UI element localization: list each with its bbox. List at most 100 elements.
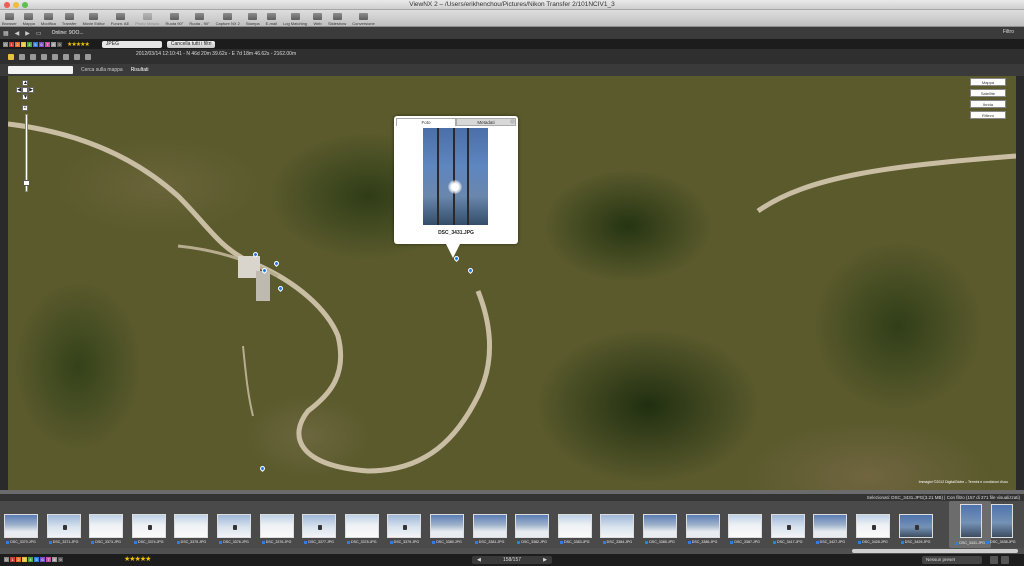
map-view[interactable]: ▲ ◀ ▶ ▼ + Mappa Satellite Ibrida Rilievo Fo… [8,76,1016,490]
zoom-window-icon[interactable] [22,2,28,8]
filmstrip-thumb[interactable]: DSC_3380.JPG [426,501,468,548]
track-tool-icon[interactable] [30,53,36,60]
toolbar-web-button[interactable]: Web [313,9,323,26]
bottom-label-7[interactable]: 7 [46,557,51,562]
file-type-select[interactable]: JPEG [101,40,162,48]
settings-tool-icon[interactable] [74,53,80,60]
map-type-rilievo-button[interactable]: Rilievo [970,111,1006,119]
toolbar-photo-button[interactable]: Photo Mosaic [135,9,160,26]
toolbar-funz-button[interactable]: Funzn. AE [111,9,129,26]
popup-close-icon[interactable] [510,119,515,124]
filter-label-8[interactable]: 8 [51,41,56,47]
pan-right-icon[interactable]: ▶ [28,87,34,93]
next-icon[interactable]: ▶ [543,557,547,563]
filter-label-7[interactable]: 7 [45,41,50,47]
filter-label-6[interactable]: 6 [39,41,44,47]
toolbar-conversione-button[interactable]: Conversione [352,9,375,26]
toolbar-stampa-button[interactable]: Stampa [246,9,260,26]
grid-tool-icon[interactable] [52,53,58,60]
filmstrip-thumb[interactable]: DSC_3387.JPG [724,501,766,548]
filmstrip-thumb[interactable]: DSC_3382.JPG [511,501,553,548]
scrollbar-thumb[interactable] [852,549,1018,553]
view-single-icon[interactable] [990,556,998,564]
filmstrip-thumb[interactable]: DSC_3376.JPG [213,501,255,548]
filter-label-9[interactable]: 9 [57,41,62,47]
filmstrip-thumb[interactable]: DSC_3373.JPG [85,501,127,548]
map-type-satellite-button[interactable]: Satellite [970,89,1006,97]
zoom-in-icon[interactable]: + [22,105,28,111]
toolbar-transfer-button[interactable]: Transfer [62,9,77,26]
bottom-star-rating[interactable]: ★★★★★ [124,555,151,563]
tab-photo[interactable]: Foto [396,118,456,126]
map-type-ibrida-button[interactable]: Ibrida [970,100,1006,108]
bottom-label-9[interactable]: 9 [58,557,63,562]
pin-tool-icon[interactable] [19,53,25,60]
filmstrip-thumb[interactable]: DSC_3375.JPG [170,501,212,548]
toolbar-ruota-90-button[interactable]: Ruota - 90° [189,9,210,26]
toolbar-logmatching-button[interactable]: Log Matching [283,9,307,26]
forward-icon[interactable]: ▶ [25,30,30,37]
filter-label-5[interactable]: 5 [33,41,38,47]
bottom-label-4[interactable]: 4 [28,557,33,562]
bottom-label-8[interactable]: 8 [52,557,57,562]
toolbar-capture-button[interactable]: Capture NX 2 [216,9,240,26]
camera-tool-icon[interactable] [85,53,91,60]
filmstrip-thumb[interactable]: DSC_3384.JPG [596,501,638,548]
bottom-label-0[interactable]: 0 [4,557,9,562]
filter-label-2[interactable]: 2 [15,41,20,47]
zoom-slider-handle[interactable] [23,180,30,186]
bottom-label-1[interactable]: 1 [10,557,15,562]
filmstrip-thumb[interactable]: DSC_3427.JPG [809,501,851,548]
toolbar-ruota90-button[interactable]: Ruota 90° [166,9,183,26]
toolbar-slideshow-button[interactable]: Slideshow [328,9,346,26]
preset-select[interactable]: Nessun preset [922,556,982,564]
toolbar-mappa-button[interactable]: Mappa [23,9,35,26]
view-compare-icon[interactable] [1001,556,1009,564]
filmstrip-thumb[interactable]: DSC_3378.JPG [341,501,383,548]
filter-label-1[interactable]: 1 [9,41,14,47]
toolbar-email-button[interactable]: E-mail [266,9,277,26]
back-icon[interactable]: ◀ [15,30,20,37]
filmstrip-thumb[interactable]: DSC_3377.JPG [298,501,340,548]
folder-icon[interactable]: ▭ [36,30,42,37]
select-tool-icon[interactable] [8,53,14,60]
filter-label-4[interactable]: 4 [27,41,32,47]
filmstrip-thumb[interactable]: DSC_3381.JPG [469,501,511,548]
map-type-mappa-button[interactable]: Mappa [970,78,1006,86]
bottom-label-2[interactable]: 2 [16,557,21,562]
toolbar-browser-button[interactable]: Browser [2,9,17,26]
bottom-label-3[interactable]: 3 [22,557,27,562]
filmstrip-thumb[interactable]: DSC_3428.JPG [852,501,894,548]
star-filter[interactable]: ★★★★★ [67,41,90,48]
filmstrip-thumb[interactable]: DSC_3371.JPG [43,501,85,548]
pan-down-icon[interactable]: ▼ [22,94,28,100]
filter-toggle[interactable]: Filtro [1003,29,1014,35]
filmstrip-thumb[interactable]: DSC_3386.JPG [682,501,724,548]
filter-label-3[interactable]: 3 [21,41,26,47]
filmstrip-thumb[interactable]: DSC_3417.JPG [767,501,809,548]
tab-search-map[interactable]: Cerca sulla mappa [81,67,123,73]
filmstrip-thumb[interactable]: DSC_3385.JPG [639,501,681,548]
popup-photo[interactable] [423,128,488,225]
bottom-label-6[interactable]: 6 [40,557,45,562]
filter-label-0[interactable]: 0 [3,41,8,47]
edit-tool-icon[interactable] [41,53,47,60]
grid-icon[interactable]: ▦ [3,30,9,37]
filmstrip-thumb[interactable]: DSC_3383.JPG [554,501,596,548]
prev-icon[interactable]: ◀ [477,557,481,563]
filmstrip-thumb[interactable]: DSC_3429.JPG [895,501,937,548]
minimize-window-icon[interactable] [13,2,19,8]
filmstrip-thumb[interactable]: DSC_3374.JPG [128,501,170,548]
filmstrip-thumb[interactable]: DSC_3370.JPG [0,501,42,548]
bottom-label-5[interactable]: 5 [34,557,39,562]
toolbar-modifica-button[interactable]: Modifica [41,9,56,26]
tab-results[interactable]: Risultati [131,67,149,73]
pan-up-icon[interactable]: ▲ [22,80,28,86]
close-window-icon[interactable] [4,2,10,8]
filmstrip-thumb[interactable]: DSC_3376.JPG [256,501,298,548]
tab-metadata[interactable]: Metadati [456,118,516,126]
filmstrip-thumb[interactable]: DSC_3379.JPG [383,501,425,548]
clear-filters-button[interactable]: Cancella tutti i filtri [166,40,216,48]
toolbar-movie-button[interactable]: Movie Editor [83,9,105,26]
wrench-tool-icon[interactable] [63,53,69,60]
